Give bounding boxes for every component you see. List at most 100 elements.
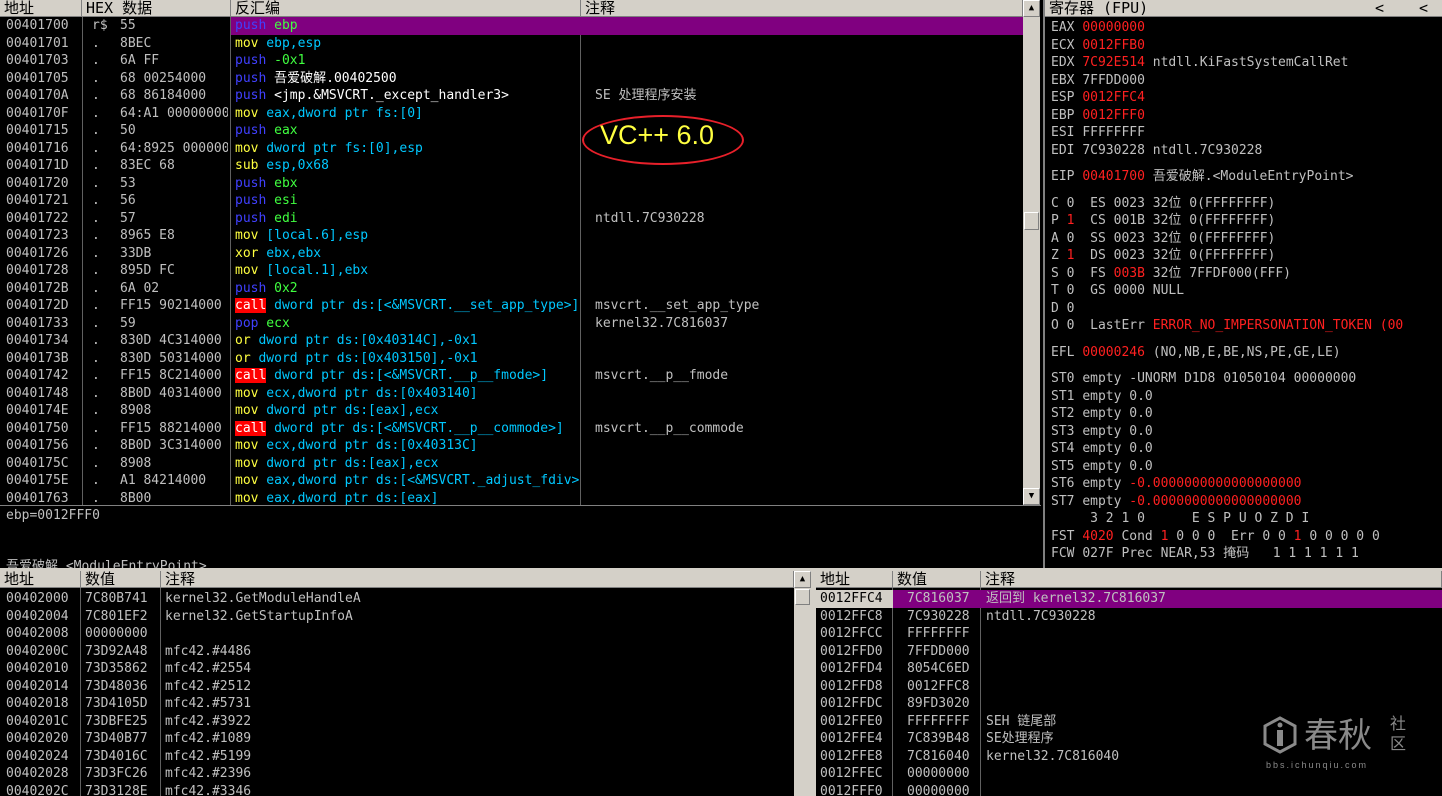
fpu-register[interactable]: ST1 empty 0.0 <box>1051 388 1153 406</box>
register-fcw[interactable]: FCW 027F Prec NEAR,53 掩码 1 1 1 1 1 1 <box>1051 545 1359 563</box>
disasm-row[interactable]: 00401733. 59 pop ecx kernel32.7C816037 <box>0 315 1023 333</box>
register-esp[interactable]: ESP 0012FFC4 <box>1051 89 1153 107</box>
fpu-register[interactable]: ST2 empty 0.0 <box>1051 405 1153 423</box>
disasm-row[interactable]: 00401756. 8B0D 3C314000 mov ecx,dword ptr … <box>0 437 1023 455</box>
disasm-row[interactable]: 00401734. 830D 4C314000 FF or dword ptr ds… <box>0 332 1023 350</box>
disasm-row[interactable]: 0040170A. 68 86184000 push <jmp.&MSVCRT._e… <box>0 87 1023 105</box>
fpu-register[interactable]: ST5 empty 0.0 <box>1051 458 1153 476</box>
disasm-row[interactable]: 00401721. 56 push esi <box>0 192 1023 210</box>
flag-row[interactable]: Z 1 DS 0023 32位 0(FFFFFFFF) <box>1051 247 1275 265</box>
dump-pane[interactable]: 地址 数值 注释 00402000 7C80B741 kernel32.GetMod… <box>0 571 794 796</box>
dump-row[interactable]: 00402010 73D35862 mfc42.#2554 <box>0 660 794 678</box>
register-ebx[interactable]: EBX 7FFDD000 <box>1051 72 1153 90</box>
disasm-row[interactable]: 0040171D. 83EC 68 sub esp,0x68 <box>0 157 1023 175</box>
register-esi[interactable]: ESI FFFFFFFF <box>1051 124 1153 142</box>
stack-row[interactable]: 0012FFC4 7C816037 返回到 kernel32.7C816037 <box>816 590 1442 608</box>
scroll-up-icon[interactable]: ▲ <box>794 571 811 588</box>
disasm-row[interactable]: 00401750. FF15 88214000 call dword ptr ds:… <box>0 420 1023 438</box>
disasm-row[interactable]: 00401716. 64:8925 00000000 mov dword ptr f… <box>0 140 1023 158</box>
disasm-row[interactable]: 00401728. 895D FC mov [local.1],ebx <box>0 262 1023 280</box>
fpu-register[interactable]: ST4 empty 0.0 <box>1051 440 1153 458</box>
disasm-row[interactable]: 00401748. 8B0D 40314000 mov ecx,dword ptr … <box>0 385 1023 403</box>
fpu-register[interactable]: ST3 empty 0.0 <box>1051 423 1153 441</box>
register-edi[interactable]: EDI 7C930228 ntdll.7C930228 <box>1051 142 1262 160</box>
disasm-header-comment[interactable]: 注释 <box>581 0 1023 17</box>
stack-row[interactable]: 0012FFDC 89FD3020 <box>816 695 1442 713</box>
disasm-row[interactable]: 00401726. 33DB xor ebx,ebx <box>0 245 1023 263</box>
dump-header-address[interactable]: 地址 <box>0 571 81 588</box>
disasm-row[interactable]: 00401705. 68 00254000 push 吾爱破解.00402500 <box>0 70 1023 88</box>
disasm-row[interactable]: 0040173B. 830D 50314000 FF or dword ptr ds… <box>0 350 1023 368</box>
dump-row[interactable]: 00402004 7C801EF2 kernel32.GetStartupInfoA <box>0 608 794 626</box>
nav-prev-icon[interactable]: < <box>1375 0 1384 16</box>
disasm-row[interactable]: 00401763. 8B00 mov eax,dword ptr ds:[eax] <box>0 490 1023 506</box>
disasm-header-disasm[interactable]: 反汇编 <box>231 0 581 17</box>
dump-row[interactable]: 00402014 73D48036 mfc42.#2512 <box>0 678 794 696</box>
dump-row[interactable]: 00402008 00000000 <box>0 625 794 643</box>
disasm-row[interactable]: 0040172D. FF15 90214000 call dword ptr ds:… <box>0 297 1023 315</box>
dump-row[interactable]: 00402018 73D4105D mfc42.#5731 <box>0 695 794 713</box>
stack-row[interactable]: 0012FFF0 00000000 <box>816 783 1442 796</box>
stack-row[interactable]: 0012FFD8 0012FFC8 <box>816 678 1442 696</box>
scroll-thumb[interactable] <box>1024 212 1039 230</box>
disasm-pane[interactable]: 地址 HEX 数据 反汇编 注释 00401700 r$ 55 push ebp 004… <box>0 0 1023 505</box>
flag-row[interactable]: T 0 GS 0000 NULL <box>1051 282 1192 300</box>
stack-row[interactable]: 0012FFC8 7C930228 ntdll.7C930228 <box>816 608 1442 626</box>
stack-header-comment[interactable]: 注释 <box>981 571 1442 588</box>
scroll-up-icon[interactable]: ▲ <box>1023 0 1040 17</box>
disasm-scrollbar[interactable]: ▲ ▼ <box>1023 0 1040 505</box>
dump-row[interactable]: 00402028 73D3FC26 mfc42.#2396 <box>0 765 794 783</box>
register-ecx[interactable]: ECX 0012FFB0 <box>1051 37 1153 55</box>
disasm-row[interactable]: 00401722. 57 push edi ntdll.7C930228 <box>0 210 1023 228</box>
dump-row[interactable]: 0040202C 73D3128E mfc42.#3346 <box>0 783 794 796</box>
scroll-down-icon[interactable]: ▼ <box>1023 488 1040 505</box>
register-ebp[interactable]: EBP 0012FFF0 <box>1051 107 1153 125</box>
disasm-row[interactable]: 0040174E. 8908 mov dword ptr ds:[eax],ecx <box>0 402 1023 420</box>
dump-header-comment[interactable]: 注释 <box>161 571 794 588</box>
register-efl[interactable]: EFL 00000246 (NO,NB,E,BE,NS,PE,GE,LE) <box>1051 344 1341 362</box>
dump-row[interactable]: 00402000 7C80B741 kernel32.GetModuleHandle… <box>0 590 794 608</box>
register-lasterr[interactable]: O 0 LastErr ERROR_NO_IMPERSONATION_TOKEN… <box>1051 317 1403 335</box>
scroll-thumb[interactable] <box>795 589 810 605</box>
disasm-row[interactable]: 00401701. 8BEC mov ebp,esp <box>0 35 1023 53</box>
fpu-register[interactable]: ST6 empty -0.0000000000000000000 <box>1051 475 1301 493</box>
stack-header-value[interactable]: 数值 <box>893 571 981 588</box>
register-eip[interactable]: EIP 00401700 吾爱破解.<ModuleEntryPoint> <box>1051 168 1353 186</box>
disasm-row[interactable]: 00401703. 6A FF push -0x1 <box>0 52 1023 70</box>
stack-row[interactable]: 0012FFD4 8054C6ED <box>816 660 1442 678</box>
disasm-row[interactable]: 00401720. 53 push ebx <box>0 175 1023 193</box>
flag-row[interactable]: P 1 CS 001B 32位 0(FFFFFFFF) <box>1051 212 1275 230</box>
register-eax[interactable]: EAX 00000000 <box>1051 19 1153 37</box>
flag-row[interactable]: C 0 ES 0023 32位 0(FFFFFFFF) <box>1051 195 1275 213</box>
fpu-bit-header[interactable]: 3 2 1 0 E S P U O Z D I <box>1051 510 1309 528</box>
disasm-row[interactable]: 0040170F. 64:A1 00000000 mov eax,dword ptr… <box>0 105 1023 123</box>
register-value: FFFFFFFF <box>1082 125 1145 140</box>
flag-row[interactable]: D 0 <box>1051 300 1074 318</box>
disasm-row[interactable]: 00401715. 50 push eax <box>0 122 1023 140</box>
register-fst[interactable]: FST 4020 Cond 1 0 0 0 Err 0 0 1 0 0 0 0 … <box>1051 528 1380 546</box>
flag-row[interactable]: A 0 SS 0023 32位 0(FFFFFFFF) <box>1051 230 1275 248</box>
dump-row[interactable]: 00402020 73D40B77 mfc42.#1089 <box>0 730 794 748</box>
disasm-header-hex[interactable]: HEX 数据 <box>82 0 231 17</box>
disasm-row[interactable]: 00401742. FF15 8C214000 call dword ptr ds:… <box>0 367 1023 385</box>
nav-next-icon[interactable]: < <box>1419 0 1428 16</box>
flag-row[interactable]: S 0 FS 003B 32位 7FFDF000(FFF) <box>1051 265 1291 283</box>
fpu-register[interactable]: ST7 empty -0.0000000000000000000 <box>1051 493 1301 511</box>
dump-row[interactable]: 00402024 73D4016C mfc42.#5199 <box>0 748 794 766</box>
disasm-row[interactable]: 0040172B. 6A 02 push 0x2 <box>0 280 1023 298</box>
stack-row[interactable]: 0012FFD0 7FFDD000 <box>816 643 1442 661</box>
dump-header-value[interactable]: 数值 <box>81 571 161 588</box>
dump-row[interactable]: 0040200C 73D92A48 mfc42.#4486 <box>0 643 794 661</box>
stack-header-address[interactable]: 地址 <box>816 571 893 588</box>
register-pane[interactable]: 寄存器 (FPU) < < EAX 00000000 ECX 0012FFB0 … <box>1043 0 1442 568</box>
disasm-row[interactable]: 0040175E. A1 84214000 mov eax,dword ptr ds… <box>0 472 1023 490</box>
dump-row[interactable]: 0040201C 73DBFE25 mfc42.#3922 <box>0 713 794 731</box>
stack-row[interactable]: 0012FFCC FFFFFFFF <box>816 625 1442 643</box>
disasm-row[interactable]: 00401700 r$ 55 push ebp <box>0 17 1023 35</box>
disasm-row[interactable]: 00401723. 8965 E8 mov [local.6],esp <box>0 227 1023 245</box>
register-edx[interactable]: EDX 7C92E514 ntdll.KiFastSystemCallRet <box>1051 54 1348 72</box>
fpu-register[interactable]: ST0 empty -UNORM D1D8 01050104 00000000 <box>1051 370 1356 388</box>
disasm-row[interactable]: 0040175C. 8908 mov dword ptr ds:[eax],ecx <box>0 455 1023 473</box>
dump-scrollbar[interactable]: ▲ <box>794 571 811 796</box>
disasm-header-address[interactable]: 地址 <box>0 0 82 17</box>
